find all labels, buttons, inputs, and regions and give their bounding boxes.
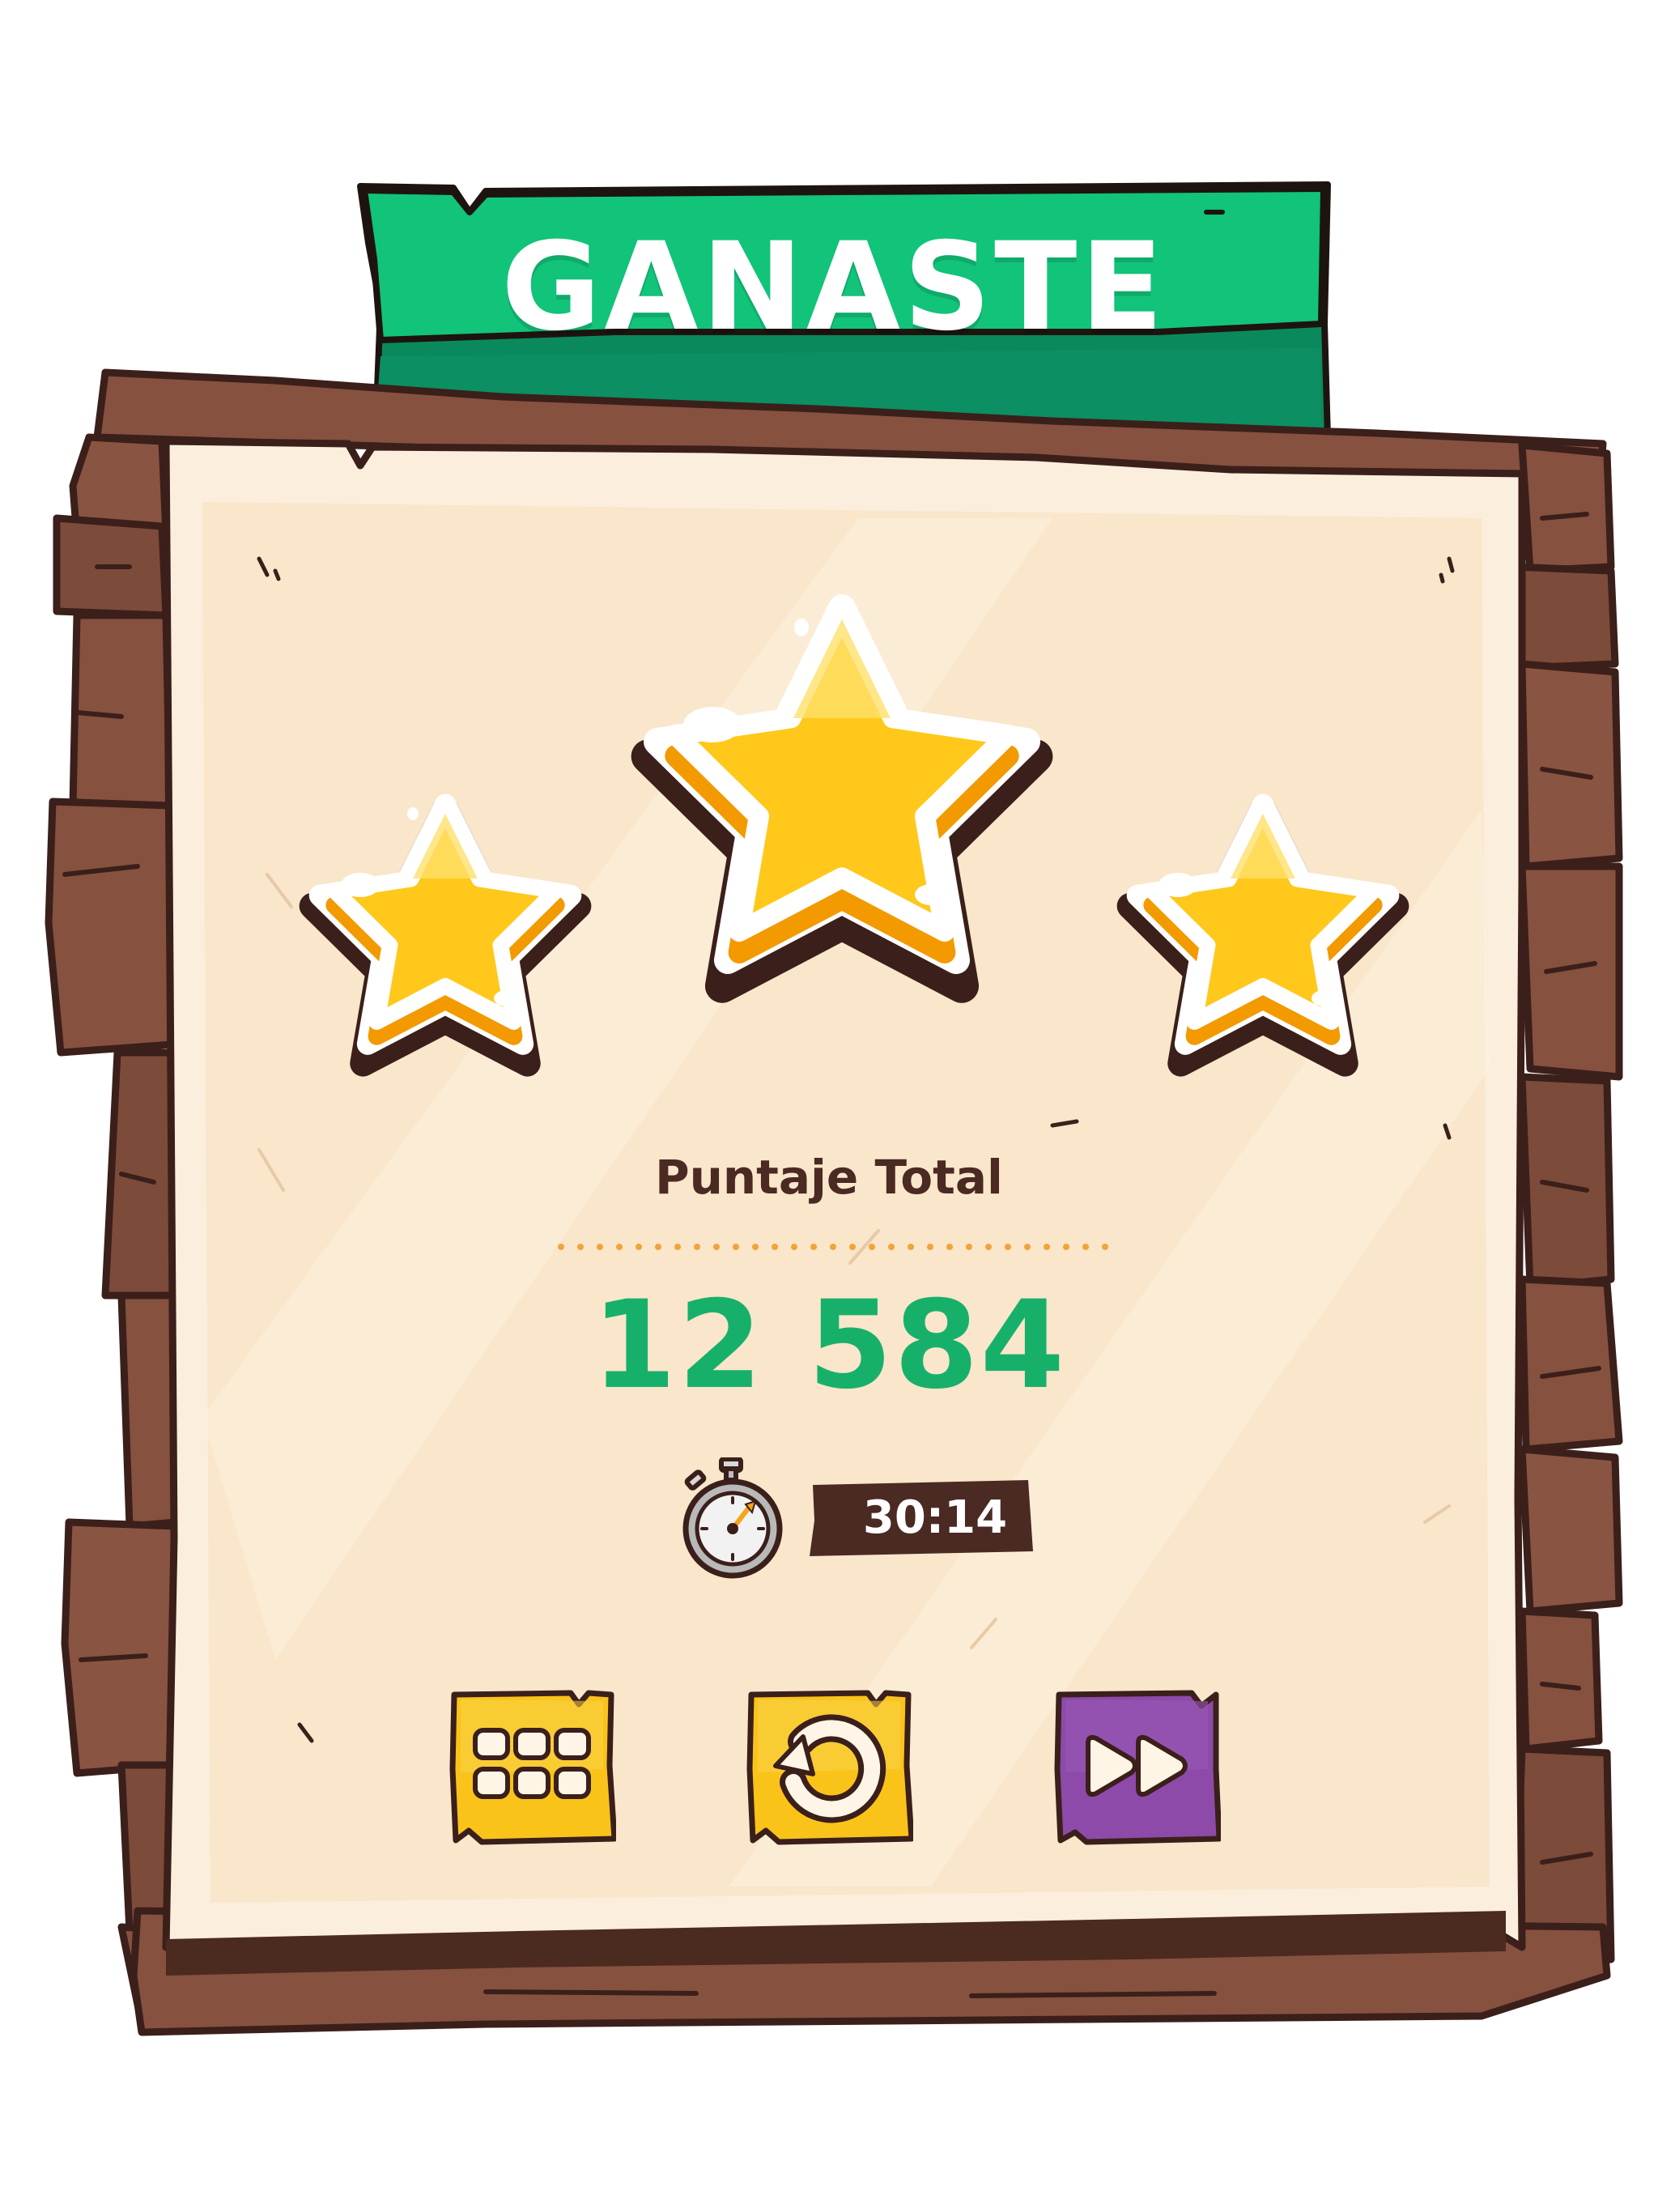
star-right (1116, 793, 1409, 1077)
restart-icon (746, 1690, 915, 1845)
star-center (631, 594, 1053, 1003)
next-level-button[interactable] (1054, 1688, 1222, 1847)
stopwatch-icon (682, 1457, 783, 1579)
level-select-button[interactable] (449, 1688, 618, 1847)
dotted-divider (558, 1244, 1123, 1250)
star-left (299, 793, 592, 1077)
victory-title: GANASTE (501, 217, 1167, 358)
fast-forward-icon (1054, 1690, 1222, 1845)
timer-value: 30:14 (862, 1491, 1008, 1544)
score-label: Puntaje Total (655, 1150, 1003, 1205)
grid-icon (449, 1690, 618, 1845)
score-value: 12 584 (591, 1275, 1067, 1416)
replay-button[interactable] (746, 1688, 915, 1847)
